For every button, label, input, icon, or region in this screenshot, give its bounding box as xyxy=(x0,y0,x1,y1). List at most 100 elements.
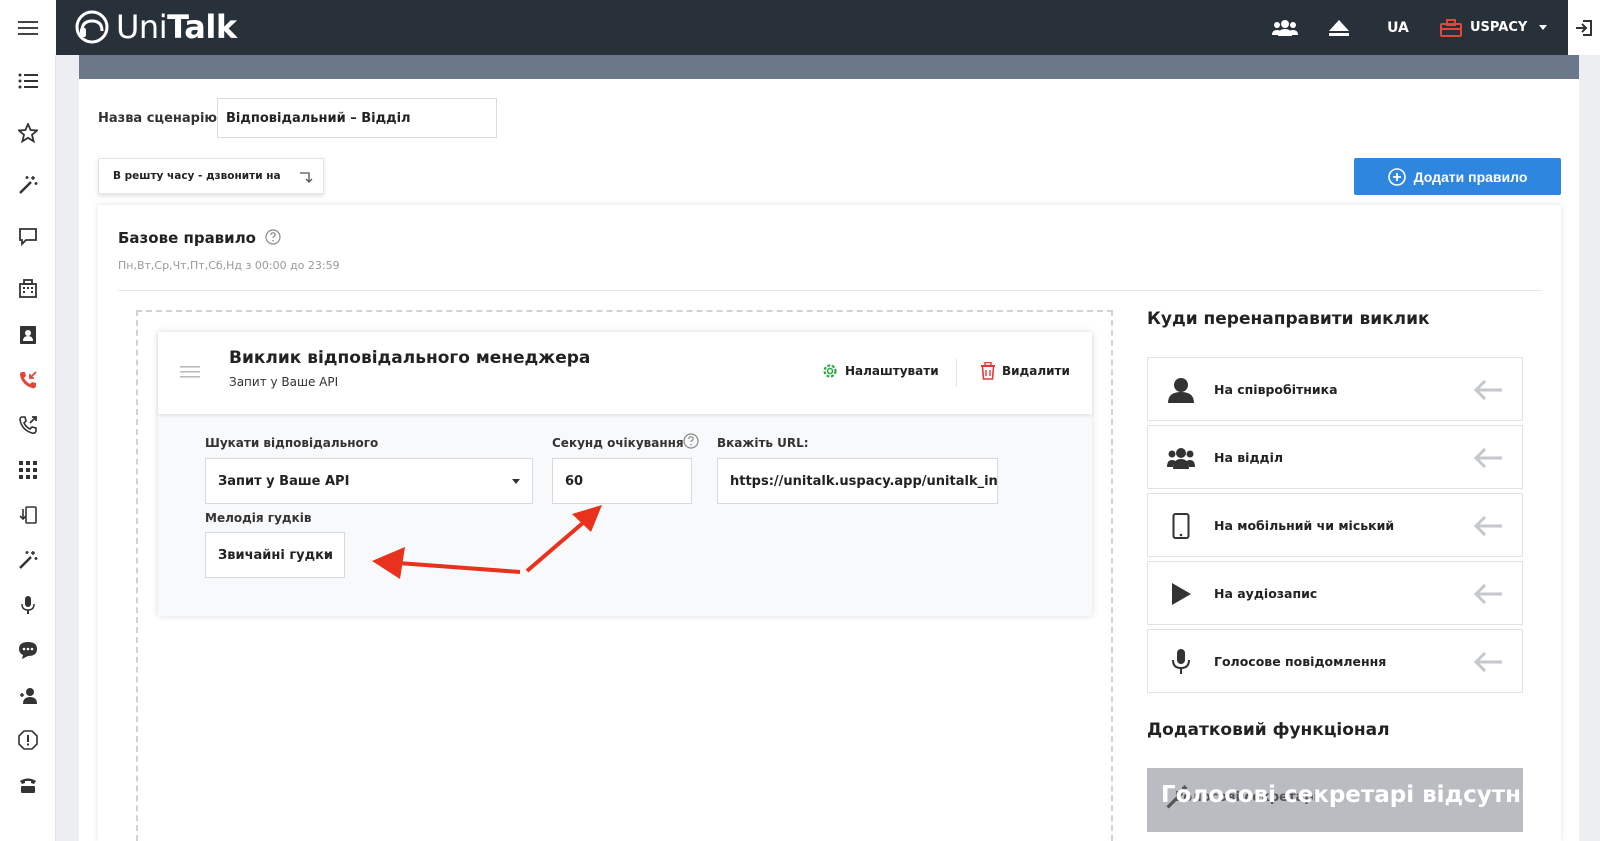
melody-value: Звичайні гудки xyxy=(218,547,334,563)
language-switch[interactable]: UA xyxy=(1383,0,1413,55)
redirect-item-mobile[interactable]: На мобільний чи міський xyxy=(1147,493,1523,557)
delete-button[interactable]: Видалити xyxy=(980,362,1070,380)
support-agent-icon xyxy=(20,688,37,704)
arrow-left-icon xyxy=(1473,583,1502,605)
wait-help-button[interactable] xyxy=(683,433,699,453)
desk-phone-icon xyxy=(20,778,36,793)
redirect-item-label: На відділ xyxy=(1214,450,1284,465)
company-name: USPACY xyxy=(1470,20,1528,35)
sidebar-item-voice[interactable] xyxy=(0,585,56,625)
list-icon xyxy=(18,73,38,89)
logout-button[interactable] xyxy=(1568,0,1600,55)
header-strip xyxy=(79,55,1579,79)
sidebar-item-phone-settings[interactable] xyxy=(0,765,56,805)
phone-transfer-icon xyxy=(19,506,37,524)
time-rule-tab-label: В решту часу - дзвонити на xyxy=(113,170,281,182)
magic-wand-icon xyxy=(19,176,38,194)
redirect-title: Куди перенаправити виклик xyxy=(1147,309,1430,329)
add-rule-label: Додати правило xyxy=(1413,168,1528,185)
question-circle-icon xyxy=(683,433,699,449)
scenario-name-input[interactable] xyxy=(217,98,497,138)
hamburger-menu-button[interactable] xyxy=(0,0,56,55)
team-button[interactable] xyxy=(1268,0,1302,55)
logo-headset-icon xyxy=(75,10,109,44)
step-title: Виклик відповідального менеджера xyxy=(229,348,591,368)
sidebar-item-buildings[interactable] xyxy=(0,268,56,308)
caret-down-icon xyxy=(324,553,332,558)
alert-icon xyxy=(18,730,38,750)
question-circle-icon xyxy=(265,229,281,245)
redirect-item-employee[interactable]: На співробітника xyxy=(1147,357,1523,421)
arrow-left-icon xyxy=(1473,447,1502,469)
microphone-icon xyxy=(1166,648,1196,676)
sidebar-item-alerts[interactable] xyxy=(0,720,56,760)
eject-icon xyxy=(1329,19,1349,36)
search-responsible-select[interactable]: Запит у Ваше API xyxy=(205,458,533,504)
left-sidebar xyxy=(0,55,56,841)
redirect-item-label: На співробітника xyxy=(1214,382,1338,397)
plus-circle-icon xyxy=(1387,167,1406,186)
divider xyxy=(118,290,1542,291)
arrow-left-icon xyxy=(1473,515,1502,537)
hamburger-icon xyxy=(18,20,38,35)
sidebar-item-incoming[interactable] xyxy=(0,360,56,400)
arrow-left-icon xyxy=(1473,651,1502,673)
group-icon xyxy=(1166,444,1196,472)
add-rule-button[interactable]: Додати правило xyxy=(1354,158,1561,195)
sidebar-item-contacts[interactable] xyxy=(0,315,56,355)
contact-card-icon xyxy=(20,326,36,344)
sidebar-item-chat[interactable] xyxy=(0,216,56,256)
drag-handle[interactable] xyxy=(180,364,200,383)
drag-lines-icon xyxy=(180,366,200,378)
company-dropdown[interactable]: USPACY xyxy=(1440,0,1552,55)
caret-down-icon xyxy=(512,479,520,484)
redirect-item-label: На мобільний чи міський xyxy=(1214,518,1395,533)
time-rule-tab[interactable]: В решту часу - дзвонити на xyxy=(98,158,324,194)
voice-secretaries-empty-overlay: Голосові секретарі відсутні xyxy=(1161,782,1523,808)
eject-button[interactable] xyxy=(1324,0,1354,55)
configure-button[interactable]: Налаштувати xyxy=(821,362,939,380)
wait-seconds-value: 60 xyxy=(565,473,584,489)
logo-text-talk: Talk xyxy=(167,8,237,46)
logout-icon xyxy=(1576,19,1592,36)
sidebar-item-magic[interactable] xyxy=(0,165,56,205)
divider xyxy=(956,359,957,387)
redirect-item-voicemail[interactable]: Голосове повідомлення xyxy=(1147,629,1523,693)
redirect-item-label: На аудіозапис xyxy=(1214,586,1318,601)
microphone-icon xyxy=(21,596,35,614)
sidebar-item-magic-2[interactable] xyxy=(0,540,56,580)
sidebar-item-apps[interactable] xyxy=(0,450,56,490)
rule-help-button[interactable] xyxy=(265,229,281,249)
trash-icon xyxy=(981,362,995,380)
incoming-call-icon xyxy=(20,371,37,389)
page-scrollbar[interactable] xyxy=(1579,55,1600,841)
arrow-left-icon xyxy=(1473,379,1502,401)
corner-arrow-icon xyxy=(300,172,313,183)
sidebar-item-support[interactable] xyxy=(0,675,56,715)
outgoing-call-icon xyxy=(19,416,37,435)
rule-title: Базове правило xyxy=(118,229,256,247)
sidebar-item-list[interactable] xyxy=(0,61,56,101)
wait-seconds-input[interactable]: 60 xyxy=(552,458,692,504)
chat-bubble-icon xyxy=(19,228,37,246)
melody-select[interactable]: Звичайні гудки xyxy=(205,532,345,578)
unitalk-logo[interactable]: Uni Talk xyxy=(72,7,237,47)
redirect-item-audio[interactable]: На аудіозапис xyxy=(1147,561,1523,625)
team-icon xyxy=(1272,19,1298,36)
step-subtitle: Запит у Ваше API xyxy=(229,375,339,389)
play-icon xyxy=(1166,580,1196,608)
person-icon xyxy=(1166,376,1196,404)
mobile-phone-icon xyxy=(1166,512,1196,540)
step-header xyxy=(158,332,1092,414)
search-responsible-value: Запит у Ваше API xyxy=(218,473,350,489)
building-icon xyxy=(19,279,37,298)
chevron-down-icon xyxy=(1539,25,1548,30)
sidebar-item-favorites[interactable] xyxy=(0,113,56,153)
sidebar-item-messages[interactable] xyxy=(0,630,56,670)
redirect-item-department[interactable]: На відділ xyxy=(1147,425,1523,489)
rule-schedule: Пн,Вт,Ср,Чт,Пт,Сб,Нд з 00:00 до 23:59 xyxy=(118,259,340,272)
grid-icon xyxy=(19,461,37,479)
sidebar-item-transfer[interactable] xyxy=(0,495,56,535)
url-input[interactable]: https://unitalk.uspacy.app/unitalk_inte xyxy=(717,458,998,504)
sidebar-item-outgoing[interactable] xyxy=(0,405,56,445)
